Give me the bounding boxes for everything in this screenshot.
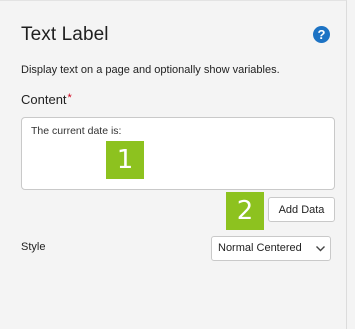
text-label-properties-panel: Text Label ? Display text on a page and … <box>0 0 347 329</box>
style-field-label: Style <box>21 241 46 253</box>
content-field-label: Content* <box>21 92 72 107</box>
callout-badge-2: 2 <box>226 192 264 230</box>
callout-badge-1: 1 <box>106 141 144 179</box>
required-marker: * <box>67 92 72 104</box>
content-textarea[interactable]: The current date is: <box>21 117 335 190</box>
content-label-text: Content <box>21 92 67 107</box>
style-select[interactable]: Normal Centered <box>211 236 331 261</box>
help-icon[interactable]: ? <box>313 26 330 43</box>
chevron-down-icon <box>316 246 325 252</box>
panel-title: Text Label <box>21 24 109 45</box>
style-selected-value: Normal Centered <box>218 242 302 254</box>
add-data-button[interactable]: Add Data <box>268 197 335 222</box>
panel-description: Display text on a page and optionally sh… <box>21 64 280 76</box>
